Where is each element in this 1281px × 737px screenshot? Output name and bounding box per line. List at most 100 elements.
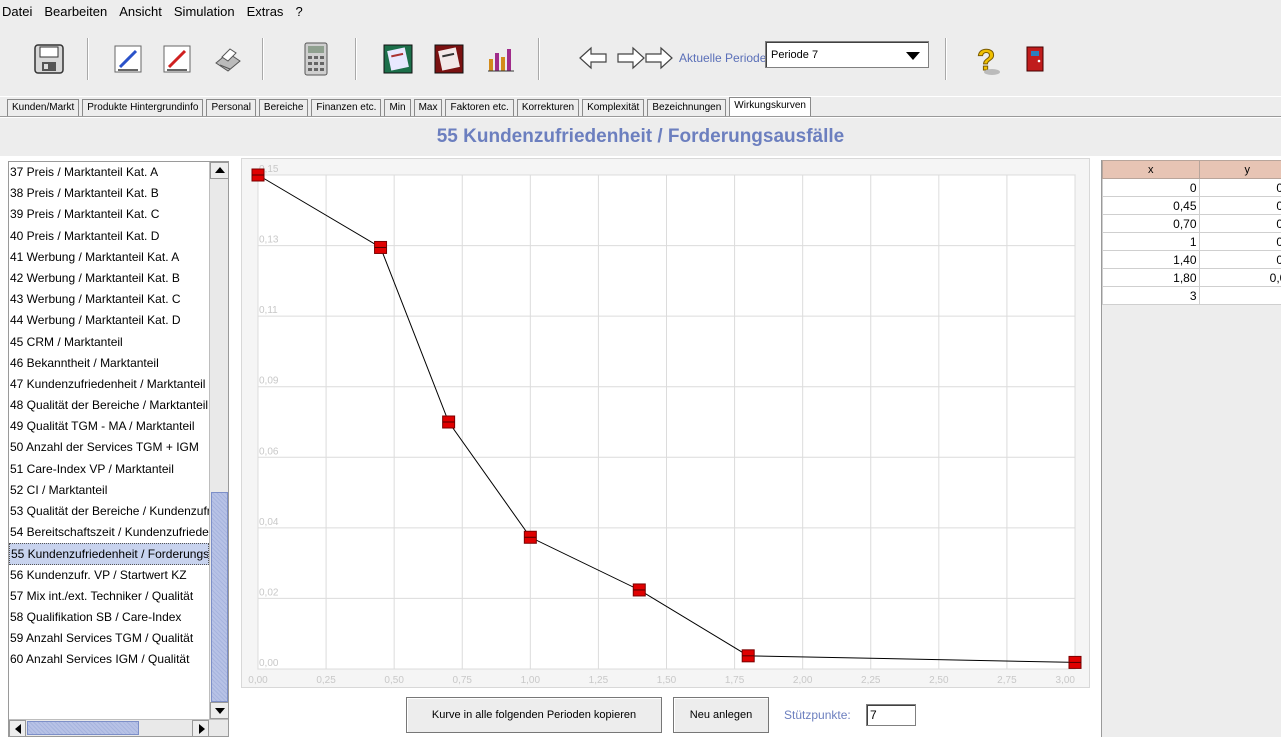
cell-y[interactable]: 0,0 xyxy=(1198,214,1281,233)
scroll-thumb-horizontal[interactable] xyxy=(27,721,139,735)
cell-x[interactable]: 1,80 xyxy=(1102,268,1200,287)
report-alt-icon[interactable] xyxy=(432,42,466,76)
save-icon[interactable] xyxy=(32,42,66,76)
list-item[interactable]: 57 Mix int./ext. Techniker / Qualität xyxy=(9,586,209,607)
cell-y[interactable]: 0,0 xyxy=(1198,232,1281,251)
x-tick-label: 2,25 xyxy=(861,675,881,686)
list-item[interactable]: 41 Werbung / Marktanteil Kat. A xyxy=(9,247,209,268)
help-icon[interactable]: ? xyxy=(970,42,1004,76)
cell-y[interactable]: 0,1 xyxy=(1198,178,1281,197)
copy-curve-button[interactable]: Kurve in alle folgenden Perioden kopiere… xyxy=(406,697,662,733)
x-tick-label: 2,50 xyxy=(929,675,949,686)
exit-door-icon[interactable] xyxy=(1018,42,1052,76)
report-icon[interactable] xyxy=(381,42,415,76)
list-item[interactable]: 53 Qualität der Bereiche / Kundenzufried… xyxy=(9,501,209,522)
table-row: 0,700,0 xyxy=(1102,214,1281,233)
x-tick-label: 1,75 xyxy=(725,675,745,686)
cell-x[interactable]: 1,40 xyxy=(1102,250,1200,269)
list-item[interactable]: 45 CRM / Marktanteil xyxy=(9,332,209,353)
menu-bearbeiten[interactable]: Bearbeiten xyxy=(38,0,113,24)
arrow-left-icon[interactable] xyxy=(578,46,607,70)
menu-simulation[interactable]: Simulation xyxy=(168,0,241,24)
scroll-down-button[interactable] xyxy=(210,702,228,719)
curve-list: 37 Preis / Marktanteil Kat. A 38 Preis /… xyxy=(8,161,229,737)
periode-select[interactable]: Periode 7 xyxy=(765,41,929,68)
edit-red-icon[interactable] xyxy=(160,42,194,76)
scroll-thumb[interactable] xyxy=(211,492,228,702)
vertical-scrollbar[interactable] xyxy=(209,162,228,719)
cell-x[interactable]: 0 xyxy=(1102,178,1200,197)
list-item[interactable]: 54 Bereitschaftszeit / Kundenzufriedenhe… xyxy=(9,522,209,543)
x-tick-label: 1,50 xyxy=(657,675,677,686)
print-icon[interactable] xyxy=(211,42,245,76)
cell-y[interactable]: 0,0 xyxy=(1198,250,1281,269)
horizontal-scrollbar[interactable] xyxy=(9,719,228,736)
toolbar-separator xyxy=(538,38,540,80)
chart-panel[interactable]: 0,00 0,25 0,50 0,75 1,00 1,25 1,50 1,75 2,00 2,25… xyxy=(241,158,1090,688)
list-item[interactable]: 48 Qualität der Bereiche / Marktanteil xyxy=(9,395,209,416)
tab-wirkungskurven[interactable]: Wirkungskurven xyxy=(729,97,811,116)
cell-x[interactable]: 3 xyxy=(1102,286,1200,305)
tab-bezeichnungen[interactable]: Bezeichnungen xyxy=(647,99,727,116)
list-item[interactable]: 42 Werbung / Marktanteil Kat. B xyxy=(9,268,209,289)
tab-komplexitaet[interactable]: Komplexität xyxy=(582,99,645,116)
cell-x[interactable]: 0,45 xyxy=(1102,196,1200,215)
tab-personal[interactable]: Personal xyxy=(206,99,256,116)
column-header-y[interactable]: y xyxy=(1198,160,1281,179)
cell-x[interactable]: 1 xyxy=(1102,232,1200,251)
menu-datei[interactable]: Datei xyxy=(0,0,38,24)
new-button[interactable]: Neu anlegen xyxy=(673,697,769,733)
list-item[interactable]: 47 Kundenzufriedenheit / Marktanteil xyxy=(9,374,209,395)
tab-max[interactable]: Max xyxy=(413,99,443,116)
list-item[interactable]: 44 Werbung / Marktanteil Kat. D xyxy=(9,310,209,331)
toolbar-separator xyxy=(87,38,89,80)
cell-x[interactable]: 0,70 xyxy=(1102,214,1200,233)
calculator-icon[interactable] xyxy=(299,42,333,76)
bar-chart-icon[interactable] xyxy=(484,42,518,76)
arrow-left-small-icon xyxy=(15,724,21,734)
cell-y[interactable] xyxy=(1198,286,1281,305)
tab-bereiche[interactable]: Bereiche xyxy=(258,99,309,116)
cell-y[interactable]: 0,00 xyxy=(1198,268,1281,287)
effect-curve-chart[interactable]: 0,00 0,25 0,50 0,75 1,00 1,25 1,50 1,75 2,00 2,25… xyxy=(242,159,1091,689)
menu-help[interactable]: ? xyxy=(289,0,308,24)
tab-min[interactable]: Min xyxy=(384,99,411,116)
arrow-right-icon[interactable] xyxy=(616,46,673,70)
chevron-down-icon[interactable] xyxy=(906,52,920,60)
table-row: 1,400,0 xyxy=(1102,250,1281,269)
list-item[interactable]: 56 Kundenzufr. VP / Startwert KZ xyxy=(9,565,209,586)
tab-finanzen[interactable]: Finanzen etc. xyxy=(311,99,382,116)
edit-blue-icon[interactable] xyxy=(111,42,145,76)
tab-kunden-markt[interactable]: Kunden/Markt xyxy=(7,99,80,116)
menu-ansicht[interactable]: Ansicht xyxy=(113,0,168,24)
list-item[interactable]: 43 Werbung / Marktanteil Kat. C xyxy=(9,289,209,310)
list-item[interactable]: 58 Qualifikation SB / Care-Index xyxy=(9,607,209,628)
list-item[interactable]: 39 Preis / Marktanteil Kat. C xyxy=(9,204,209,225)
arrow-right-small-icon xyxy=(199,724,205,734)
list-item[interactable]: 51 Care-Index VP / Marktanteil xyxy=(9,459,209,480)
scroll-up-button[interactable] xyxy=(210,162,228,179)
tab-korrekturen[interactable]: Korrekturen xyxy=(516,99,580,116)
list-item[interactable]: 49 Qualität TGM - MA / Marktanteil xyxy=(9,416,209,437)
list-item[interactable]: 50 Anzahl der Services TGM + IGM xyxy=(9,437,209,458)
list-item[interactable]: 59 Anzahl Services TGM / Qualität xyxy=(9,628,209,649)
tab-faktoren[interactable]: Faktoren etc. xyxy=(445,99,514,116)
list-item[interactable]: 37 Preis / Marktanteil Kat. A xyxy=(9,162,209,183)
list-item-selected[interactable]: 55 Kundenzufriedenheit / Forderungsausfä… xyxy=(9,543,209,565)
stuetzpunkte-label: Stützpunkte: xyxy=(784,708,851,722)
list-item[interactable]: 52 CI / Marktanteil xyxy=(9,480,209,501)
list-item[interactable]: 38 Preis / Marktanteil Kat. B xyxy=(9,183,209,204)
cell-y[interactable]: 0,1 xyxy=(1198,196,1281,215)
table-row: 10,0 xyxy=(1102,232,1281,251)
column-header-x[interactable]: x xyxy=(1102,160,1200,179)
toolbar-separator xyxy=(262,38,264,80)
scroll-right-button[interactable] xyxy=(192,720,209,736)
scroll-left-button[interactable] xyxy=(9,720,26,736)
list-item[interactable]: 60 Anzahl Services IGM / Qualität xyxy=(9,649,209,670)
list-item[interactable]: 40 Preis / Marktanteil Kat. D xyxy=(9,226,209,247)
menu-extras[interactable]: Extras xyxy=(241,0,290,24)
list-item[interactable]: 46 Bekanntheit / Marktanteil xyxy=(9,353,209,374)
y-tick-label: 0,06 xyxy=(259,446,279,457)
tab-produkte[interactable]: Produkte Hintergrundinfo xyxy=(82,99,204,116)
stuetzpunkte-input[interactable] xyxy=(866,704,916,726)
